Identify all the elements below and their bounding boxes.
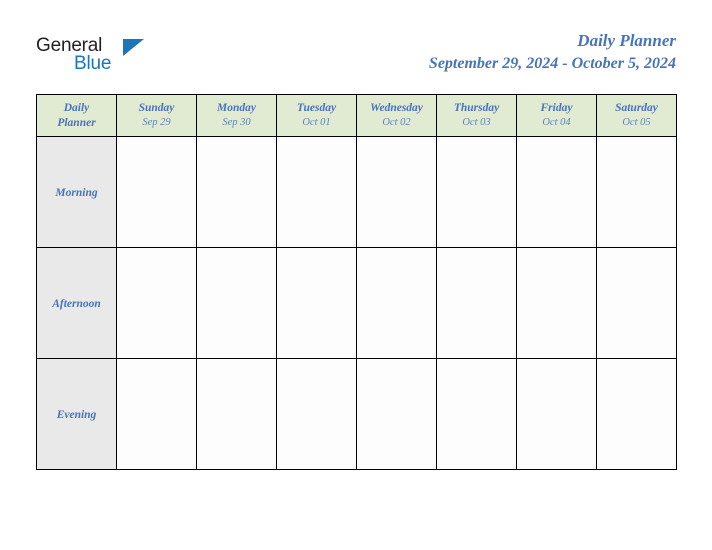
slot-morning-wednesday[interactable]	[356, 136, 437, 248]
header-cell-friday: Friday Oct 04	[516, 94, 597, 137]
row-label-evening: Evening	[36, 358, 117, 470]
slot-morning-monday[interactable]	[196, 136, 277, 248]
header-day-date: Oct 05	[622, 117, 651, 128]
header-day-name: Wednesday	[370, 102, 423, 114]
table-row-evening: Evening	[36, 358, 677, 470]
table-header-row: Daily Planner Sunday Sep 29 Monday Sep 3…	[36, 94, 677, 137]
slot-morning-saturday[interactable]	[596, 136, 677, 248]
header-cell-sunday: Sunday Sep 29	[116, 94, 197, 137]
header-day-date: Oct 04	[542, 117, 571, 128]
date-range: September 29, 2024 - October 5, 2024	[428, 55, 676, 72]
slot-evening-saturday[interactable]	[596, 358, 677, 470]
header-cell-tuesday: Tuesday Oct 01	[276, 94, 357, 137]
header-cell-thursday: Thursday Oct 03	[436, 94, 517, 137]
daily-planner-table: Daily Planner Sunday Sep 29 Monday Sep 3…	[36, 94, 677, 470]
header-cell-wednesday: Wednesday Oct 02	[356, 94, 437, 137]
slot-evening-tuesday[interactable]	[276, 358, 357, 470]
page-header: General Blue Daily Planner September 29,…	[0, 0, 712, 94]
header-cell-monday: Monday Sep 30	[196, 94, 277, 137]
header-day-name: Tuesday	[296, 102, 337, 114]
slot-afternoon-friday[interactable]	[516, 247, 597, 359]
header-day-name: Monday	[217, 102, 256, 114]
corner-label-line1: Daily	[63, 101, 90, 114]
header-day-date: Oct 02	[382, 117, 411, 128]
table-row-afternoon: Afternoon	[36, 247, 677, 359]
header-day-name: Sunday	[138, 102, 175, 114]
slot-evening-wednesday[interactable]	[356, 358, 437, 470]
row-label-text: Afternoon	[52, 298, 101, 310]
slot-evening-friday[interactable]	[516, 358, 597, 470]
corner-label-line2: Planner	[57, 116, 96, 129]
header-cell-saturday: Saturday Oct 05	[596, 94, 677, 137]
triangle-right-icon	[123, 39, 144, 56]
table-row-morning: Morning	[36, 136, 677, 248]
row-label-afternoon: Afternoon	[36, 247, 117, 359]
header-day-name: Saturday	[615, 102, 658, 114]
title-block: Daily Planner September 29, 2024 - Octob…	[429, 30, 676, 75]
slot-morning-thursday[interactable]	[436, 136, 517, 248]
page-title: Daily Planner	[577, 31, 676, 50]
slot-afternoon-wednesday[interactable]	[356, 247, 437, 359]
brand-name-blue: Blue	[74, 53, 112, 74]
slot-morning-tuesday[interactable]	[276, 136, 357, 248]
slot-afternoon-saturday[interactable]	[596, 247, 677, 359]
row-label-morning: Morning	[36, 136, 117, 248]
header-corner-cell: Daily Planner	[36, 94, 117, 137]
header-day-date: Oct 01	[302, 117, 331, 128]
header-day-name: Thursday	[453, 102, 500, 114]
slot-afternoon-tuesday[interactable]	[276, 247, 357, 359]
header-day-date: Sep 30	[222, 117, 251, 128]
header-day-date: Sep 29	[142, 117, 171, 128]
slot-evening-thursday[interactable]	[436, 358, 517, 470]
slot-afternoon-sunday[interactable]	[116, 247, 197, 359]
slot-evening-monday[interactable]	[196, 358, 277, 470]
brand-logo[interactable]: General Blue	[36, 36, 206, 86]
row-label-text: Morning	[55, 187, 98, 199]
header-day-date: Oct 03	[462, 117, 491, 128]
slot-afternoon-monday[interactable]	[196, 247, 277, 359]
slot-afternoon-thursday[interactable]	[436, 247, 517, 359]
slot-morning-sunday[interactable]	[116, 136, 197, 248]
slot-morning-friday[interactable]	[516, 136, 597, 248]
row-label-text: Evening	[56, 409, 97, 421]
header-day-name: Friday	[540, 102, 573, 114]
slot-evening-sunday[interactable]	[116, 358, 197, 470]
